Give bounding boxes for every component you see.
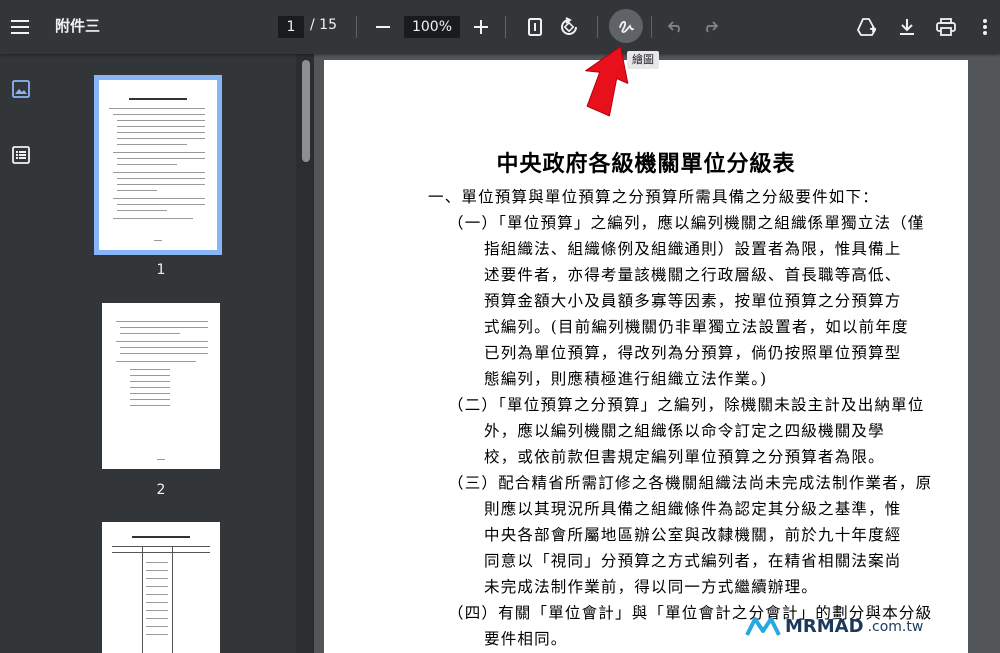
zoom-input[interactable]: 100%: [404, 16, 460, 38]
print-button[interactable]: [931, 12, 961, 42]
redo-button[interactable]: [695, 12, 725, 42]
separator: [597, 16, 598, 38]
fit-to-page-button[interactable]: [520, 12, 550, 42]
document-title: 附件三: [55, 17, 101, 35]
brand-logo-icon: [745, 616, 781, 636]
text-line: （三）配合精省所需訂修之各機關組織法尚未完成法制作業者，原: [448, 474, 933, 492]
page-thumbnail[interactable]: [102, 522, 220, 653]
draw-tooltip: 繪圖: [627, 51, 659, 69]
redo-icon: [706, 21, 718, 33]
text-line: 已列為單位預算，得改列為分預算，倘仍按照單位預算型: [484, 344, 902, 362]
text-line: 要件相同。: [484, 630, 568, 648]
image-icon: [12, 80, 30, 98]
watermark-domain: .com.tw: [867, 618, 924, 635]
download-button[interactable]: [892, 12, 922, 42]
draw-button[interactable]: [609, 9, 643, 43]
undo-button[interactable]: [661, 12, 691, 42]
watermark-brand: MRMAD: [785, 616, 864, 637]
text-line: 中央各部會所屬地區辦公室與改隸機關，前於九十年度經: [484, 526, 902, 544]
text-line: 則應以其現況所具備之組織條件為認定其分級之基準，惟: [484, 500, 902, 518]
page-count: / 15: [310, 17, 337, 33]
plus-icon: [474, 20, 488, 34]
document-page: 中央政府各級機關單位分級表 一、單位預算與單位預算之分預算所需具備之分級要件如下…: [324, 60, 968, 653]
scrollbar-thumb[interactable]: [302, 60, 310, 162]
rotate-icon: [561, 17, 577, 35]
fit-page-icon: [528, 18, 542, 36]
print-icon: [936, 18, 956, 36]
text-line: （一）「單位預算」之編列，應以編列機關之組織係單獨立法（僅: [448, 214, 925, 232]
more-options-button[interactable]: [970, 12, 1000, 42]
text-line: （二）「單位預算之分預算」之編列，除機關未設主計及出納單位: [448, 396, 925, 414]
save-to-drive-button[interactable]: [852, 12, 882, 42]
page-number-input[interactable]: 1: [278, 16, 304, 38]
separator: [505, 16, 506, 38]
undo-icon: [668, 21, 680, 33]
red-arrow-annotation: [585, 46, 629, 117]
page-thumbnail[interactable]: [102, 303, 220, 469]
separator: [651, 16, 652, 38]
text-line: 外，應以編列機關之組織係以命令訂定之四級機關及學: [484, 422, 885, 440]
rotate-button[interactable]: [554, 12, 584, 42]
drive-add-icon: [857, 18, 876, 36]
text-line: 校，或依前款但書規定編列單位預算之分預算者為限。: [484, 448, 885, 466]
minus-icon: [376, 26, 390, 28]
text-line: 指組織法、組織條例及組織通則）設置者為限，惟具備上: [484, 240, 902, 258]
outline-view-button[interactable]: [12, 146, 32, 166]
list-icon: [12, 146, 30, 164]
text-line: 未完成法制作業前，得以同一方式繼續辦理。: [484, 578, 819, 596]
thumbnail-page-number: 2: [156, 482, 166, 498]
thumbnails-view-button[interactable]: [12, 80, 32, 100]
text-line: 述要件者，亦得考量該機關之行政層級、首長職等高低、: [484, 266, 902, 284]
text-line: 預算金額大小及員額多寡等因素，按單位預算之分預算方: [484, 292, 902, 310]
page-thumbnail[interactable]: [94, 75, 222, 255]
page-heading: 中央政府各級機關單位分級表: [496, 151, 796, 177]
thumbnail-pane: 1 2: [44, 54, 314, 653]
watermark: MRMAD .com.tw: [745, 616, 923, 637]
download-icon: [900, 19, 914, 35]
separator: [356, 16, 357, 38]
sidebar-rail: [0, 54, 44, 653]
text-line: 同意以「視同」分預算之方式編列者，在精省相關法案尚: [484, 552, 902, 570]
text-line: 一、單位預算與單位預算之分預算所需具備之分級要件如下：: [428, 188, 879, 206]
text-line: 式編列。(目前編列機關仍非單獨立法設置者，如以前年度: [484, 318, 909, 336]
more-vert-icon: [983, 19, 987, 35]
text-line: 態編列，則應積極進行組織立法作業。): [484, 370, 768, 388]
thumbnail-page-number: 1: [156, 262, 166, 278]
menu-icon[interactable]: [5, 12, 35, 42]
zoom-in-button[interactable]: [466, 12, 496, 42]
zoom-out-button[interactable]: [368, 12, 398, 42]
draw-icon: [619, 20, 634, 34]
pdf-toolbar: 附件三 1 / 15 100%: [0, 0, 1000, 54]
